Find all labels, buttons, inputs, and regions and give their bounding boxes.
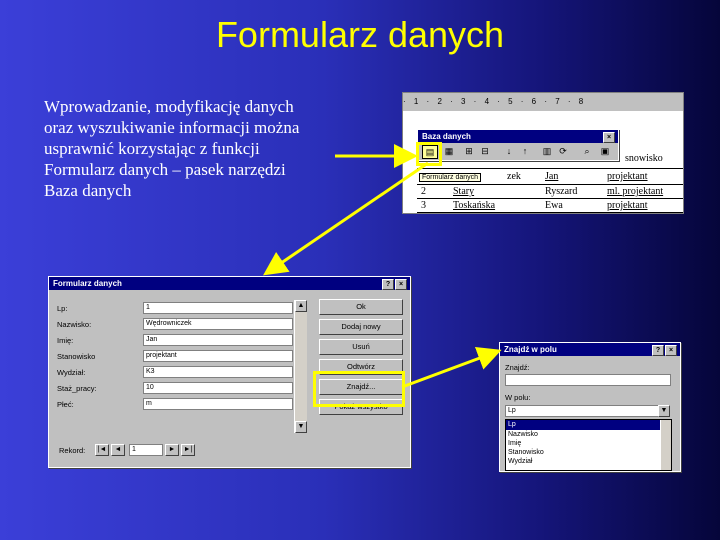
arrow <box>401 347 502 389</box>
arrow <box>263 161 429 276</box>
arrows-overlay <box>263 144 502 389</box>
